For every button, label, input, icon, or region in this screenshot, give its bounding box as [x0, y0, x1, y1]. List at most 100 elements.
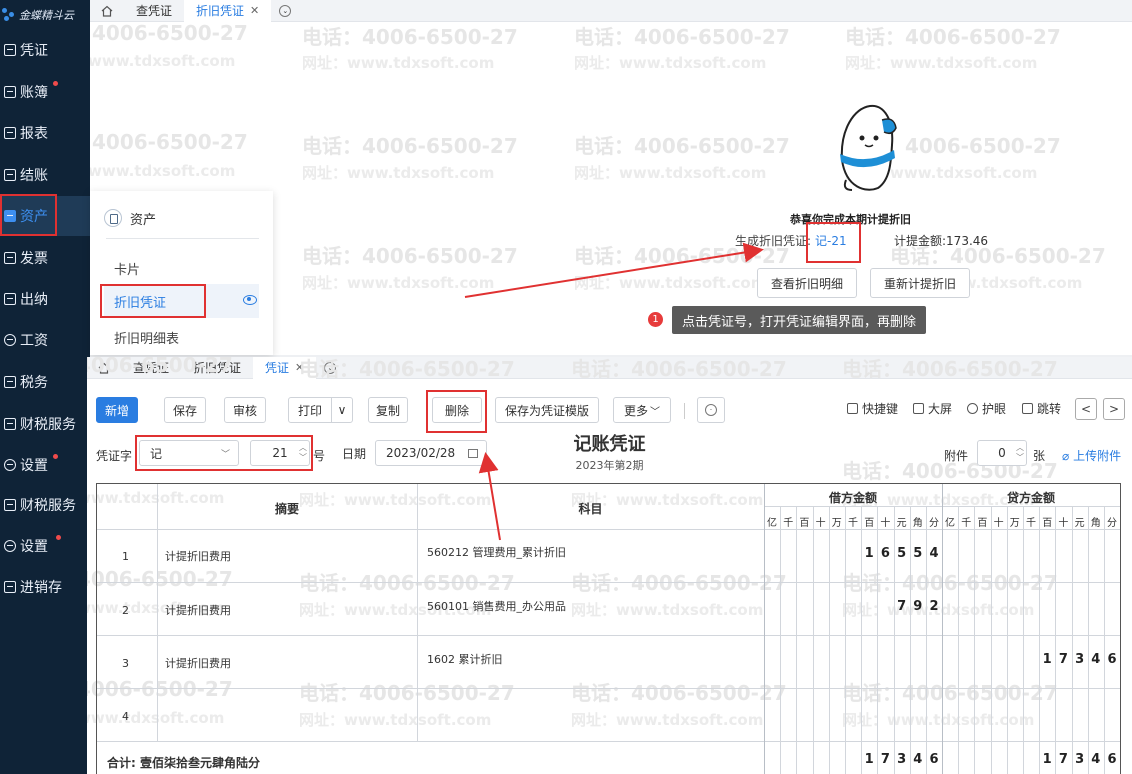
total-credit-digit[interactable]: 7	[1058, 752, 1069, 767]
more-button[interactable]: 更多 ﹀	[613, 397, 671, 423]
sidebar-item-salary[interactable]: 工资	[0, 320, 90, 360]
watermark: 网址：www.tdxsoft.com	[574, 54, 767, 72]
debit-amount-digit[interactable]: 5	[896, 546, 907, 561]
eye-icon[interactable]	[243, 295, 257, 305]
grid-line	[417, 484, 418, 741]
save-as-template-button[interactable]: 保存为凭证模版	[495, 397, 599, 423]
sidebar-item-invoice[interactable]: 发票	[0, 238, 90, 278]
shortcut-button[interactable]: 快捷键	[847, 400, 898, 417]
audit-button[interactable]: 审核	[224, 397, 266, 423]
sidebar-item-voucher[interactable]: 凭证	[0, 30, 90, 70]
sidebar-item-ledger[interactable]: 账簿	[0, 72, 90, 112]
debit-amount-digit[interactable]: 4	[929, 546, 940, 561]
sidebar-item-finance-service[interactable]: 财税服务	[0, 404, 90, 444]
sidebar-item-label: 报表	[20, 126, 48, 142]
grid-line	[97, 529, 1120, 530]
tab-menu-icon[interactable]: ⌄	[279, 4, 292, 17]
row-number: 4	[122, 710, 129, 723]
next-voucher-button[interactable]: >	[1103, 398, 1125, 420]
sidebar-item-report[interactable]: 报表	[0, 113, 90, 153]
fullscreen-button[interactable]: 大屏	[913, 400, 952, 417]
new-button[interactable]: 新增	[96, 397, 138, 423]
sidebar-item-settings[interactable]: 设置	[0, 445, 90, 485]
jump-button[interactable]: 跳转	[1022, 400, 1061, 417]
notification-dot	[53, 454, 58, 459]
gear-icon	[4, 459, 16, 471]
debit-amount-digit[interactable]: 6	[880, 546, 891, 561]
watermark: 网址：www.tdxsoft.com	[302, 54, 495, 72]
sidebar-item-cashier[interactable]: 出纳	[0, 279, 90, 319]
tab-voucher[interactable]: 凭证 ✕	[253, 357, 317, 379]
recalculate-depreciation-button[interactable]: 重新计提折旧	[870, 268, 970, 298]
app-logo[interactable]: 金蝶精斗云	[2, 4, 74, 26]
settings-circle-button[interactable]: ·	[697, 397, 725, 423]
sidebar-item-label: 财税服务	[20, 498, 76, 514]
upload-attachment-link[interactable]: ⌀ 上传附件	[1062, 447, 1121, 464]
tab-menu-icon[interactable]: ⌄	[324, 361, 337, 374]
tab-depreciation-voucher[interactable]: 折旧凭证	[181, 357, 253, 379]
assets-icon	[104, 209, 122, 227]
copy-button[interactable]: 复制	[368, 397, 408, 423]
view-depreciation-detail-button[interactable]: 查看折旧明细	[757, 268, 857, 298]
print-button[interactable]: 打印	[288, 397, 332, 423]
sidebar-item-inventory[interactable]: 进销存	[0, 567, 90, 607]
row-summary[interactable]: 计提折旧费用	[165, 602, 231, 618]
eye-care-button[interactable]: 护眼	[967, 400, 1006, 417]
tab-query-voucher[interactable]: 查凭证	[124, 0, 184, 22]
home-tab[interactable]	[90, 0, 124, 22]
total-debit-digit[interactable]: 3	[896, 752, 907, 767]
tab-depreciation-voucher[interactable]: 折旧凭证 ✕	[184, 0, 272, 22]
eye-icon	[967, 403, 978, 414]
total-debit-digit[interactable]: 1	[864, 752, 875, 767]
sidebar-item-finance-service-2[interactable]: 财税服务	[0, 485, 90, 525]
tab-query-voucher[interactable]: 查凭证	[121, 357, 181, 379]
header-debit: 借方金额	[828, 491, 877, 505]
credit-digit-header: 分	[1107, 518, 1117, 529]
credit-amount-digit[interactable]: 3	[1074, 652, 1085, 667]
total-debit-digit[interactable]: 4	[912, 752, 923, 767]
row-summary[interactable]: 计提折旧费用	[165, 655, 231, 671]
row-summary[interactable]: 计提折旧费用	[165, 548, 231, 564]
total-debit-digit[interactable]: 6	[929, 752, 940, 767]
credit-amount-digit[interactable]: 6	[1107, 652, 1118, 667]
row-account[interactable]: 1602 累计折旧	[427, 651, 503, 667]
row-account[interactable]: 560101 销售费用_办公用品	[427, 598, 566, 614]
total-debit-digit[interactable]: 7	[880, 752, 891, 767]
credit-amount-digit[interactable]: 4	[1090, 652, 1101, 667]
row-account[interactable]: 560212 管理费用_累计折旧	[427, 544, 566, 560]
prev-voucher-button[interactable]: <	[1075, 398, 1097, 420]
total-credit-digit[interactable]: 6	[1107, 752, 1118, 767]
home-icon	[98, 362, 110, 374]
flyout-item-cards[interactable]: 卡片	[104, 251, 259, 285]
sidebar-item-closing[interactable]: 结账	[0, 155, 90, 195]
debit-amount-digit[interactable]: 7	[896, 599, 907, 614]
total-credit-digit[interactable]: 3	[1074, 752, 1085, 767]
save-button[interactable]: 保存	[164, 397, 206, 423]
debit-digit-header: 角	[912, 518, 923, 529]
print-dropdown-button[interactable]: ∨	[331, 397, 353, 423]
yen-icon	[4, 334, 16, 346]
close-icon[interactable]: ✕	[295, 361, 304, 374]
bottom-tab-bar: 查凭证 折旧凭证 凭证 ✕ ⌄	[87, 357, 1132, 379]
watermark: 4006-6500-27	[92, 21, 248, 45]
credit-digit-header: 元	[1074, 518, 1085, 529]
inventory-icon	[4, 581, 16, 593]
attachment-count-stepper[interactable]: 0 ︿ ﹀	[977, 440, 1027, 466]
close-icon[interactable]: ✕	[250, 4, 259, 17]
debit-amount-digit[interactable]: 1	[864, 546, 875, 561]
credit-amount-digit[interactable]: 7	[1058, 652, 1069, 667]
total-credit-digit[interactable]: 1	[1042, 752, 1053, 767]
flyout-title: 资产	[130, 212, 157, 228]
credit-amount-digit[interactable]: 1	[1042, 652, 1053, 667]
debit-amount-digit[interactable]: 2	[929, 599, 940, 614]
sidebar-item-settings-2[interactable]: 设置	[0, 526, 90, 566]
stepper-arrows-icon[interactable]: ︿ ﹀	[1016, 443, 1024, 463]
debit-amount-digit[interactable]: 9	[912, 599, 923, 614]
debit-amount-digit[interactable]: 5	[912, 546, 923, 561]
home-tab[interactable]	[87, 357, 121, 379]
keyboard-icon	[847, 403, 858, 414]
total-credit-digit[interactable]: 4	[1090, 752, 1101, 767]
voucher-editor-panel: 查凭证 折旧凭证 凭证 ✕ ⌄ 4006-6500-27 电话：4006-6500…	[87, 357, 1132, 774]
sidebar-item-tax[interactable]: 税务	[0, 362, 90, 402]
flyout-item-depreciation-detail[interactable]: 折旧明细表	[104, 320, 259, 354]
